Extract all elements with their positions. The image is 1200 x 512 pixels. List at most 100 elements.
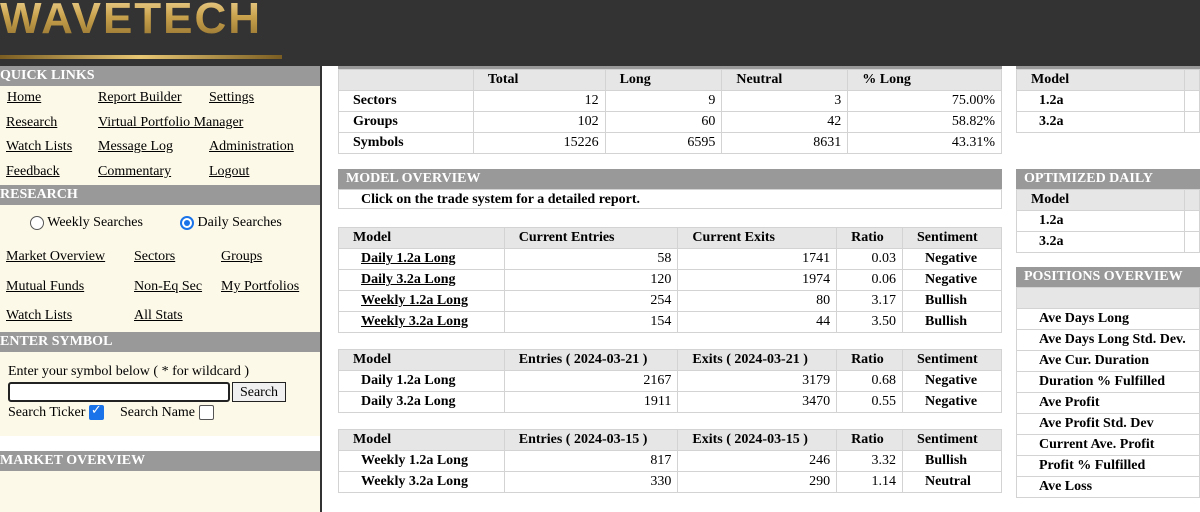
summary-col-total: Total: [472, 69, 606, 91]
sentiment: Negative: [902, 248, 1002, 270]
link-market-overview[interactable]: Market Overview: [6, 249, 105, 265]
cell: 42: [721, 111, 849, 133]
cell: 3470: [677, 391, 838, 413]
cell: 12: [472, 90, 606, 112]
search-name-option[interactable]: Search Name: [120, 405, 214, 421]
search-button[interactable]: Search: [232, 382, 286, 402]
sentiment: Bullish: [902, 450, 1002, 472]
radio-daily-searches[interactable]: Daily Searches: [180, 215, 282, 231]
search-ticker-label: Search Ticker: [8, 405, 86, 420]
link-feedback[interactable]: Feedback: [6, 164, 60, 180]
table-row: Daily 3.2a Long 1911 3470 0.55 Negative: [338, 391, 1002, 413]
model-link-weekly-3-2a[interactable]: Weekly 3.2a Long: [338, 311, 505, 333]
model-link-3-2a[interactable]: 3.2a: [1016, 111, 1185, 133]
link-sectors[interactable]: Sectors: [134, 249, 175, 265]
model-link-daily-3-2a[interactable]: Daily 3.2a Long: [338, 269, 505, 291]
search-ticker-checkbox[interactable]: [88, 403, 104, 421]
cell: 60: [604, 111, 723, 133]
cell: 290: [677, 471, 838, 493]
logo-underline: [0, 55, 282, 59]
cell: 3: [721, 90, 849, 112]
optimized-model-3-2a[interactable]: 3.2a: [1016, 231, 1185, 253]
radio-weekly-searches[interactable]: Weekly Searches: [30, 215, 143, 231]
metric-label: Duration % Fulfilled: [1016, 371, 1200, 393]
col-entries: Entries ( 2024-03-21 ): [503, 349, 679, 371]
table-row: 1.2a: [1016, 90, 1200, 112]
link-report-builder[interactable]: Report Builder: [98, 90, 182, 106]
summary-col-long: Long: [604, 69, 723, 91]
metric-label: Profit % Fulfilled: [1016, 455, 1200, 477]
link-home[interactable]: Home: [7, 90, 41, 106]
model-link-weekly-1-2a[interactable]: Weekly 1.2a Long: [338, 290, 505, 312]
model-link-1-2a[interactable]: 1.2a: [1016, 90, 1185, 112]
link-research-watch-lists[interactable]: Watch Lists: [6, 308, 72, 324]
table-row: Weekly 1.2a Long 817 246 3.32 Bullish: [338, 450, 1002, 472]
col-model: Model: [1016, 189, 1185, 211]
link-virtual-portfolio-manager[interactable]: Virtual Portfolio Manager: [98, 115, 243, 131]
symbol-input[interactable]: [8, 382, 230, 402]
col-current-entries: Current Entries: [503, 227, 679, 249]
cell: 2167: [503, 370, 679, 392]
radio-daily-icon[interactable]: [180, 215, 194, 230]
search-ticker-option[interactable]: Search Ticker: [8, 403, 104, 421]
table-row: Ave Days Long: [1016, 308, 1200, 330]
cell: 0.68: [836, 370, 903, 392]
table-row: Weekly 1.2a Long 254 80 3.17 Bullish: [338, 290, 1002, 312]
positions-overview-heading: POSITIONS OVERVIEW: [1016, 267, 1200, 287]
link-logout[interactable]: Logout: [209, 164, 249, 180]
col-current-exits: Current Exits: [677, 227, 838, 249]
cell: 254: [503, 290, 679, 312]
optimized-model-1-2a[interactable]: 1.2a: [1016, 210, 1185, 232]
cell: 44: [677, 311, 838, 333]
link-mutual-funds[interactable]: Mutual Funds: [6, 279, 84, 295]
sidebar-gap: [0, 436, 321, 451]
link-message-log[interactable]: Message Log: [98, 139, 173, 155]
cell: 6595: [604, 132, 723, 154]
model-table-daily-date: Model Entries ( 2024-03-21 ) Exits ( 202…: [338, 349, 1002, 413]
search-name-label: Search Name: [120, 405, 196, 420]
sentiment: Bullish: [902, 290, 1002, 312]
cell: [1184, 210, 1200, 232]
table-row: 3.2a: [1016, 111, 1200, 133]
summary-table: Total Long Neutral % Long Sectors 12 9 3…: [338, 69, 1002, 154]
radio-weekly-icon[interactable]: [30, 215, 44, 230]
table-row: Sectors 12 9 3 75.00%: [338, 90, 1002, 112]
table-row: Ave Profit Std. Dev: [1016, 413, 1200, 435]
optimized-daily-heading: OPTIMIZED DAILY: [1016, 169, 1200, 189]
cell: [1184, 111, 1200, 133]
model-table-header: Model Entries ( 2024-03-15 ) Exits ( 202…: [338, 429, 1002, 451]
link-non-eq-sec[interactable]: Non-Eq Sec: [134, 279, 202, 295]
link-watch-lists[interactable]: Watch Lists: [6, 139, 72, 155]
model-name: Daily 1.2a Long: [338, 370, 505, 392]
cell: 58: [503, 248, 679, 270]
sentiment: Negative: [902, 269, 1002, 291]
link-my-portfolios[interactable]: My Portfolios: [221, 279, 299, 295]
model-name: Weekly 3.2a Long: [338, 471, 505, 493]
cell: 817: [503, 450, 679, 472]
cell: 0.06: [836, 269, 904, 291]
col-exits: Exits ( 2024-03-15 ): [677, 429, 838, 451]
link-groups[interactable]: Groups: [221, 249, 262, 265]
col-model: Model: [338, 227, 505, 249]
model-overview-note: Click on the trade system for a detailed…: [338, 189, 1002, 209]
model-link-daily-1-2a[interactable]: Daily 1.2a Long: [338, 248, 505, 270]
cell: 3179: [677, 370, 838, 392]
table-row: 1.2a: [1016, 210, 1200, 232]
cell: 8631: [721, 132, 849, 154]
positions-header: [1016, 287, 1200, 309]
search-name-checkbox[interactable]: [198, 405, 214, 421]
table-row: Ave Days Long Std. Dev.: [1016, 329, 1200, 351]
link-administration[interactable]: Administration: [209, 139, 294, 155]
cell: 80: [677, 290, 838, 312]
link-settings[interactable]: Settings: [209, 90, 254, 106]
cell: [1184, 90, 1200, 112]
col-model: Model: [338, 429, 505, 451]
metric-label: Ave Days Long: [1016, 308, 1200, 330]
table-row: Symbols 15226 6595 8631 43.31%: [338, 132, 1002, 154]
link-commentary[interactable]: Commentary: [98, 164, 171, 180]
col-exits: Exits ( 2024-03-21 ): [677, 349, 838, 371]
wavetech-logo[interactable]: WAVETECH: [0, 0, 262, 44]
summary-col-neutral: Neutral: [721, 69, 849, 91]
link-all-stats[interactable]: All Stats: [134, 308, 183, 324]
link-research[interactable]: Research: [6, 115, 57, 131]
